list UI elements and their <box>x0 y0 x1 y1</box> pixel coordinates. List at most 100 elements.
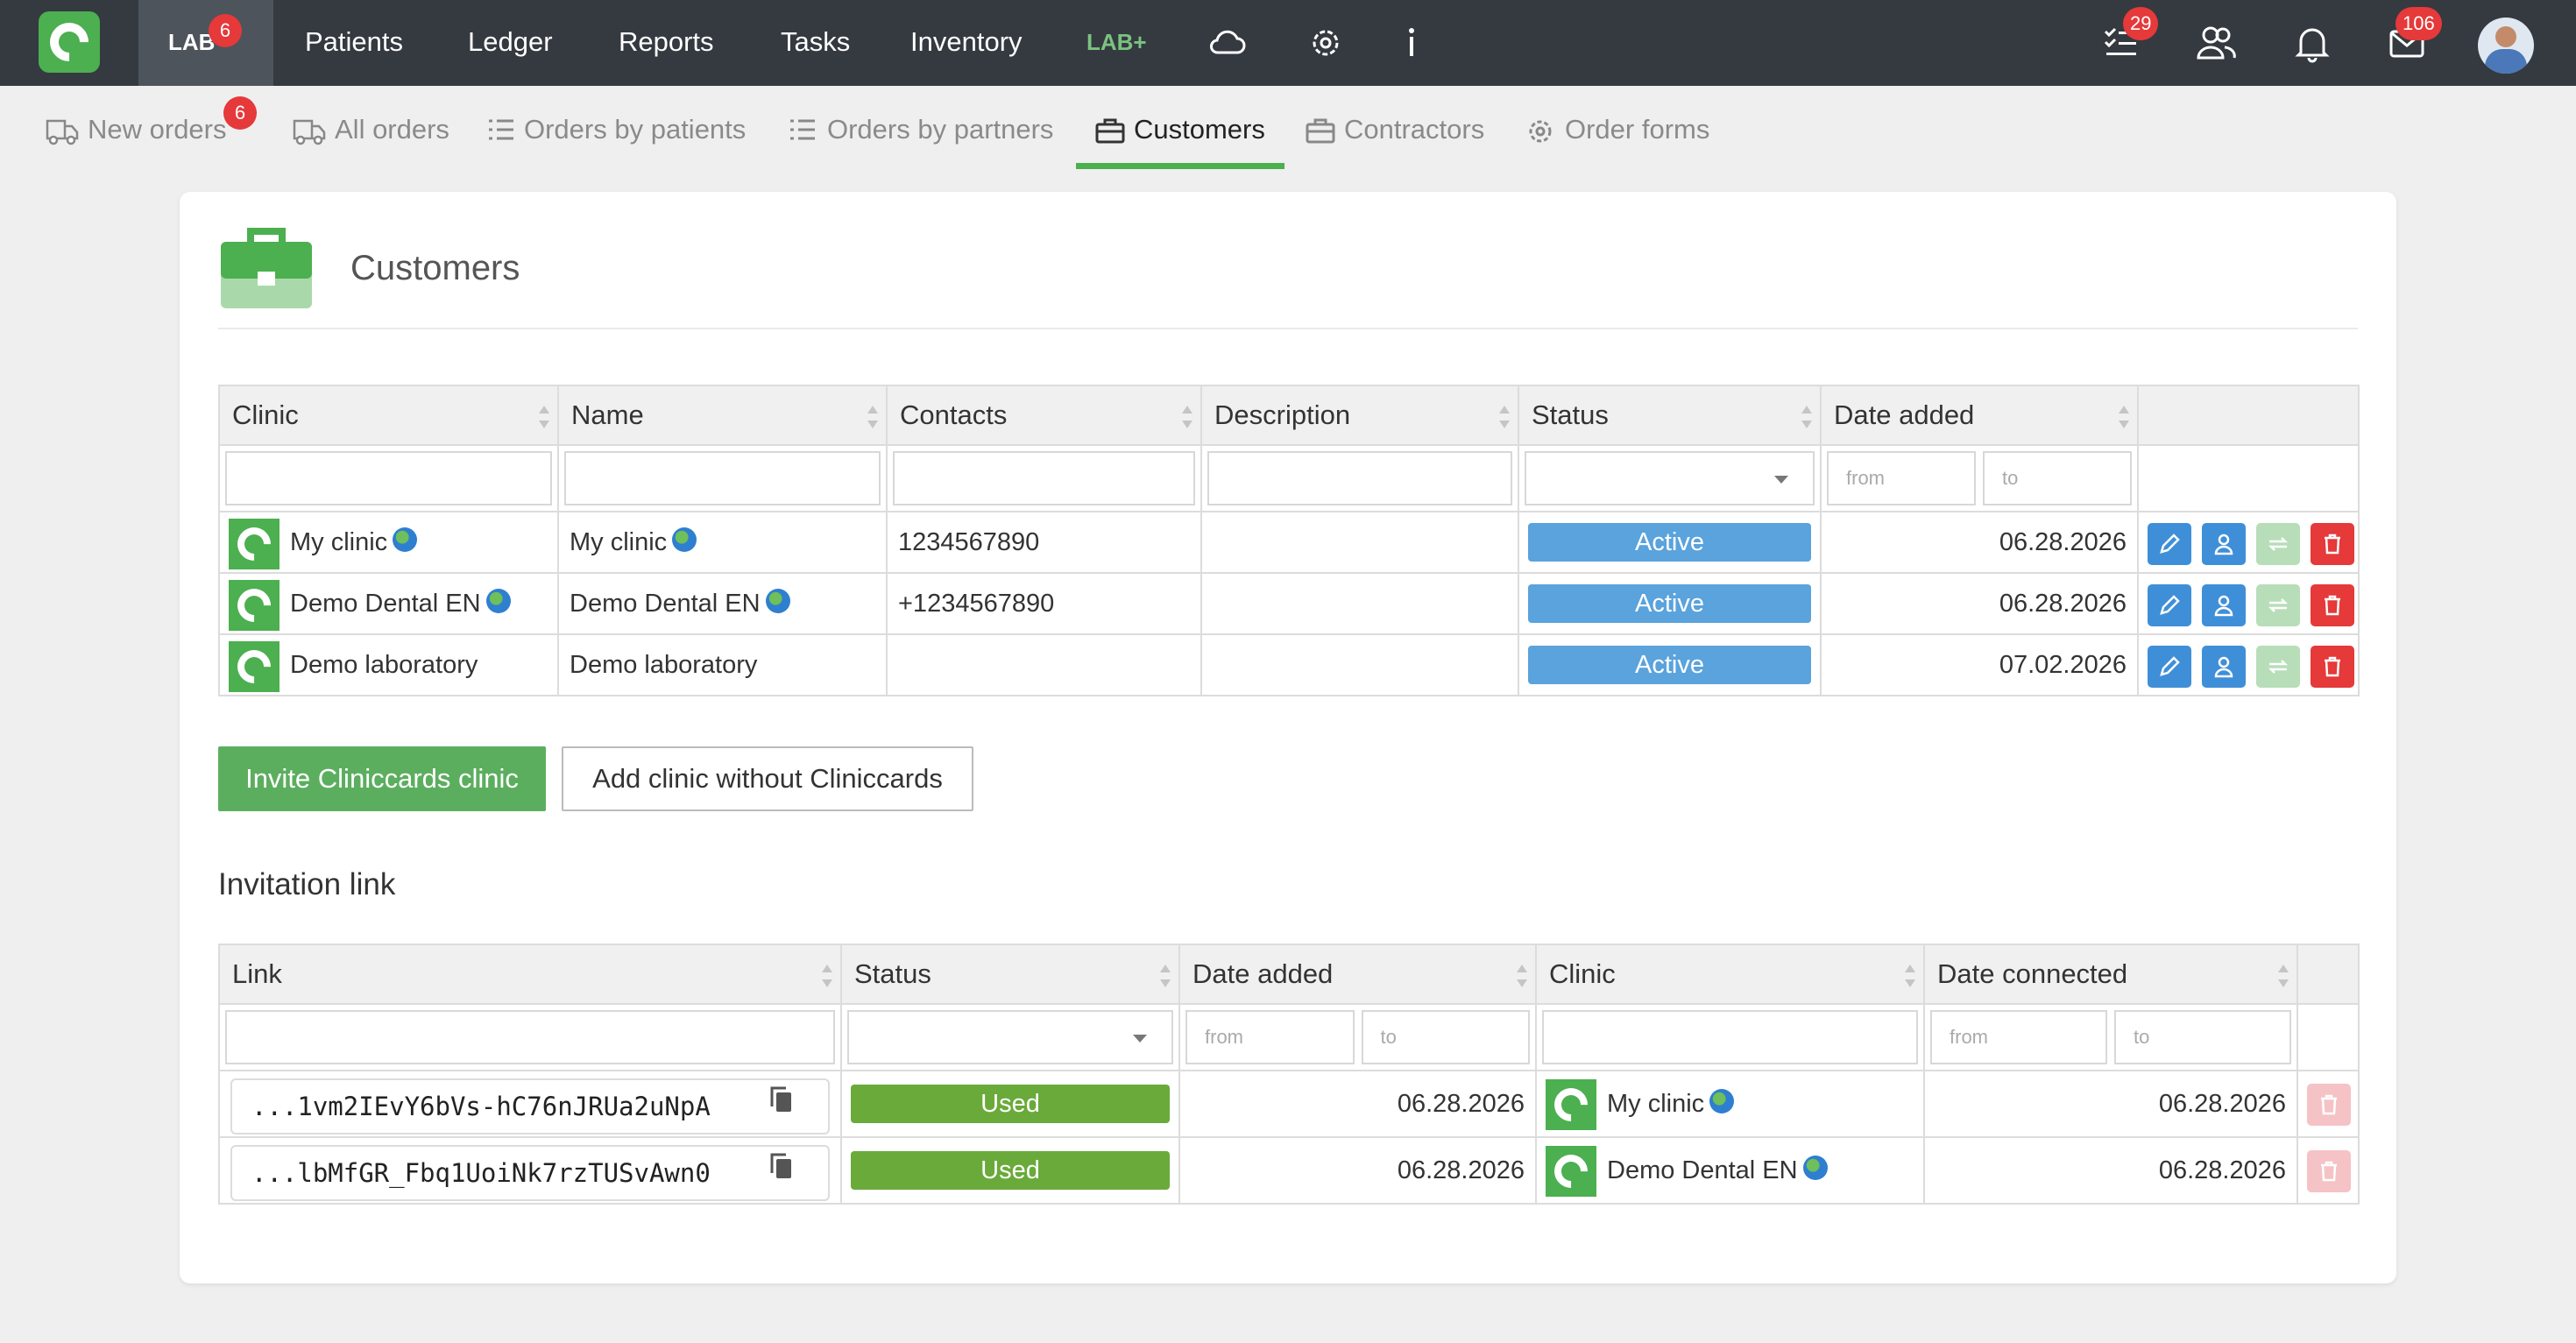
date-added: 06.28.2026 <box>1820 572 2139 635</box>
clinic-name: Demo laboratory <box>290 650 478 679</box>
tab-orders-by-partners[interactable]: Orders by partners <box>789 114 1060 149</box>
copy-icon[interactable] <box>768 1152 795 1180</box>
col-name[interactable]: Name <box>557 385 888 446</box>
invitation-link-field[interactable]: ...1vm2IEvY6bVs-hC76nJRUa2uNpA <box>230 1078 830 1134</box>
app-logo[interactable] <box>39 11 100 73</box>
tab-customers[interactable]: Customers <box>1095 114 1279 149</box>
nav-patients[interactable]: Patients <box>305 26 403 58</box>
tab-orders-by-patients[interactable]: Orders by patients <box>487 114 755 149</box>
filter-date-added-from[interactable]: from <box>1185 1010 1355 1064</box>
filter-contacts[interactable] <box>893 451 1195 505</box>
col-date-connected[interactable]: Date connected <box>1923 944 2298 1005</box>
col-link[interactable]: Link <box>218 944 842 1005</box>
trash-icon <box>2325 534 2340 555</box>
globe-icon <box>1802 1156 1828 1180</box>
edit-button[interactable] <box>2148 646 2191 688</box>
filter-description[interactable] <box>1207 451 1512 505</box>
user-button[interactable] <box>2202 523 2246 565</box>
clinic-name: My clinic <box>290 528 388 556</box>
truck-icon <box>293 119 326 145</box>
description <box>1200 633 1519 696</box>
clinic-logo <box>229 519 280 569</box>
nav-tasks[interactable]: Tasks <box>781 26 850 58</box>
sync-button[interactable] <box>2256 584 2300 626</box>
tab-contractors-label: Contractors <box>1344 114 1485 145</box>
sync-icon <box>2268 537 2289 551</box>
tab-contractors[interactable]: Contractors <box>1306 114 1498 149</box>
nav-reports[interactable]: Reports <box>619 26 714 58</box>
edit-button[interactable] <box>2148 523 2191 565</box>
col-description[interactable]: Description <box>1200 385 1519 446</box>
invitation-link-heading: Invitation link <box>218 867 396 901</box>
users-icon[interactable] <box>2196 23 2236 63</box>
sync-button[interactable] <box>2256 646 2300 688</box>
contacts: 1234567890 <box>886 511 1202 574</box>
invitation-link-field[interactable]: ...lbMfGR_Fbq1UoiNk7rzTUSvAwn0 <box>230 1145 830 1201</box>
filter-link[interactable] <box>225 1010 835 1064</box>
status-badge: Used <box>851 1085 1170 1123</box>
delete-button[interactable] <box>2307 1150 2351 1192</box>
avatar[interactable] <box>2478 18 2534 74</box>
user-icon <box>2214 595 2233 617</box>
tab-all-orders[interactable]: All orders <box>293 114 468 149</box>
status-badge: Active <box>1528 584 1811 623</box>
nav-labplus[interactable]: LAB+ <box>1086 29 1147 56</box>
filter-name[interactable] <box>564 451 881 505</box>
gear-icon <box>1529 120 1552 143</box>
delete-button[interactable] <box>2311 646 2354 688</box>
description <box>1200 511 1519 574</box>
trash-icon <box>2321 1094 2337 1115</box>
cloud-icon[interactable] <box>1207 23 1248 63</box>
clinic-logo <box>1546 1079 1596 1130</box>
filter-status-select[interactable] <box>1525 451 1815 505</box>
sync-button[interactable] <box>2256 523 2300 565</box>
sync-icon <box>2268 660 2289 674</box>
tab-order-forms-label: Order forms <box>1565 114 1710 145</box>
nav-inventory[interactable]: Inventory <box>910 26 1023 58</box>
edit-button[interactable] <box>2148 584 2191 626</box>
page-title: Customers <box>350 249 520 287</box>
col-date-added[interactable]: Date added <box>1178 944 1537 1005</box>
copy-icon[interactable] <box>768 1085 795 1113</box>
new-orders-badge: 6 <box>223 96 257 130</box>
col-status[interactable]: Status <box>840 944 1180 1005</box>
filter-date-connected-from[interactable]: from <box>1930 1010 2107 1064</box>
col-contacts[interactable]: Contacts <box>886 385 1202 446</box>
nav-lab[interactable]: LAB 6 <box>138 0 273 86</box>
filter-clinic[interactable] <box>1542 1010 1918 1064</box>
user-button[interactable] <box>2202 584 2246 626</box>
globe-icon <box>765 589 790 613</box>
clinic-logo <box>229 580 280 631</box>
gear-icon[interactable] <box>1306 23 1346 63</box>
title-divider <box>218 328 2358 329</box>
col-status[interactable]: Status <box>1518 385 1822 446</box>
bell-icon[interactable] <box>2292 23 2332 63</box>
customer-name: Demo laboratory <box>570 650 758 679</box>
col-clinic[interactable]: Clinic <box>1535 944 1925 1005</box>
top-navbar: LAB 6 Patients Ledger Reports Tasks Inve… <box>0 0 2576 86</box>
delete-button[interactable] <box>2311 584 2354 626</box>
filter-date-added-to[interactable]: to <box>1361 1010 1530 1064</box>
active-tab-indicator <box>1076 163 1284 169</box>
filter-date-to[interactable]: to <box>1983 451 2132 505</box>
col-clinic[interactable]: Clinic <box>218 385 559 446</box>
customer-name: Demo Dental EN <box>570 590 761 618</box>
add-clinic-button[interactable]: Add clinic without Cliniccards <box>562 746 973 811</box>
lab-badge: 6 <box>209 14 242 47</box>
filter-status-select[interactable] <box>847 1010 1173 1064</box>
filter-date-connected-to[interactable]: to <box>2114 1010 2291 1064</box>
tab-order-forms[interactable]: Order forms <box>1526 114 1719 149</box>
invite-clinic-button[interactable]: Invite Cliniccards clinic <box>218 746 546 811</box>
nav-ledger[interactable]: Ledger <box>468 26 553 58</box>
status-badge: Used <box>851 1151 1170 1190</box>
delete-button[interactable] <box>2307 1084 2351 1126</box>
clinic-name: My clinic <box>1607 1090 1705 1118</box>
filter-date-from[interactable]: from <box>1827 451 1976 505</box>
filter-clinic[interactable] <box>225 451 552 505</box>
delete-button[interactable] <box>2311 523 2354 565</box>
status-badge: Active <box>1528 646 1811 684</box>
col-date-added[interactable]: Date added <box>1820 385 2139 446</box>
user-button[interactable] <box>2202 646 2246 688</box>
sync-icon <box>2268 598 2289 612</box>
info-icon[interactable] <box>1391 23 1432 63</box>
